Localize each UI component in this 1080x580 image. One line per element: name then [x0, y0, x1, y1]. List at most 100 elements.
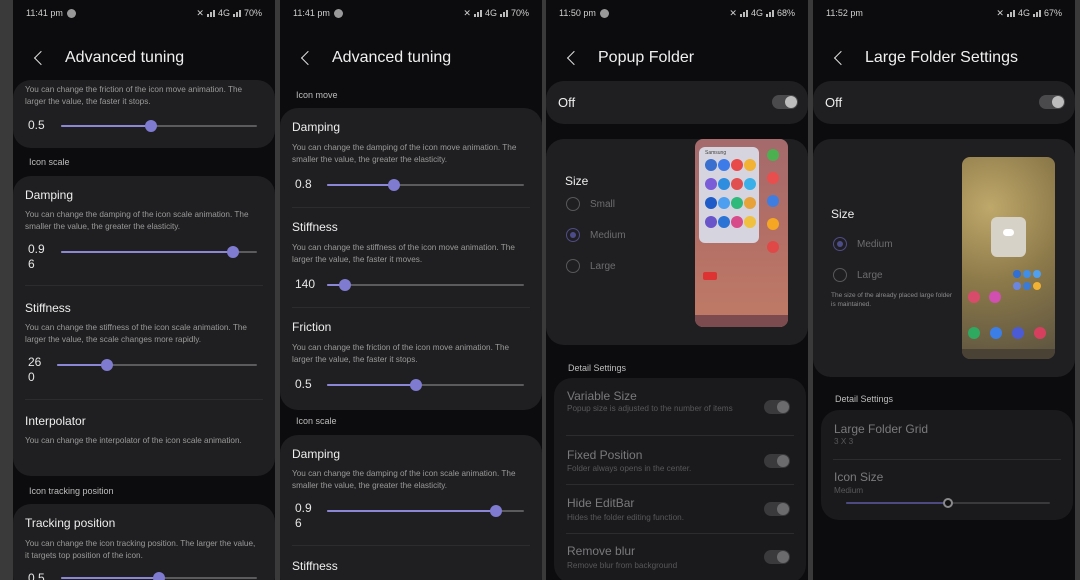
divider [292, 307, 530, 308]
back-arrow-icon[interactable] [566, 51, 580, 65]
friction-value: 0.5 [28, 118, 45, 132]
tracking-slider[interactable] [61, 572, 257, 580]
radio-icon [566, 259, 580, 273]
nav-bar [695, 315, 788, 327]
folder-grid-value: 3 X 3 [834, 437, 854, 446]
app-icon [731, 178, 743, 190]
friction-slider[interactable] [61, 120, 257, 132]
fixed-position-toggle[interactable] [764, 454, 790, 468]
size-option-medium[interactable]: Medium [566, 228, 626, 242]
mute-icon: ✕ [729, 7, 737, 18]
app-icon [731, 159, 743, 171]
signal-icon [473, 9, 482, 17]
fixed-position-description: Folder always opens in the center. [567, 464, 692, 473]
remove-blur-toggle[interactable] [764, 550, 790, 564]
status-time: 11:41 pm [26, 8, 63, 18]
app-icon [731, 216, 743, 228]
signal-icon [739, 9, 748, 17]
friction-description: You can change the friction of the icon … [25, 85, 243, 106]
stiffness-title: Stiffness [292, 220, 338, 234]
radio-selected-icon [566, 228, 580, 242]
damping-slider[interactable] [327, 179, 524, 191]
battery-level: 70% [243, 8, 262, 18]
size-option-large[interactable]: Large [566, 259, 616, 273]
page-title: Advanced tuning [65, 49, 185, 66]
folder-name: Samsung [705, 150, 727, 156]
size-option-large[interactable]: Large [833, 268, 883, 282]
divider [25, 285, 263, 286]
scale-damping-description: You can change the damping of the icon s… [292, 469, 516, 490]
master-toggle[interactable] [1039, 95, 1065, 109]
app-icon [705, 178, 717, 190]
interpolator-title[interactable]: Interpolator [25, 414, 86, 428]
divider [25, 399, 263, 400]
app-icon [1013, 270, 1021, 278]
battery-level: 68% [776, 8, 795, 18]
stiffness-title: Stiffness [25, 301, 71, 315]
network-type: 4G [1017, 8, 1030, 18]
back-arrow-icon[interactable] [833, 51, 847, 65]
variable-size-toggle[interactable] [764, 400, 790, 414]
master-switch-card[interactable]: Off [546, 81, 808, 124]
network-type: 4G [750, 8, 763, 18]
variable-size-title: Variable Size [567, 389, 637, 403]
app-icon [968, 327, 980, 339]
size-option-small[interactable]: Small [566, 197, 615, 211]
back-arrow-icon[interactable] [33, 51, 47, 65]
icon-size-slider[interactable] [846, 498, 1050, 508]
hide-editbar-description: Hides the folder editing function. [567, 513, 684, 522]
size-label: Size [565, 174, 589, 188]
fixed-position-title: Fixed Position [567, 448, 643, 462]
back-arrow-icon[interactable] [300, 51, 314, 65]
folder-grid-title[interactable]: Large Folder Grid [834, 422, 928, 436]
damping-slider[interactable] [61, 246, 257, 258]
app-icon [1033, 270, 1041, 278]
scale-damping-value: 0.9 6 [295, 501, 312, 530]
divider [566, 484, 794, 485]
app-icon [705, 197, 717, 209]
notification-icon [333, 8, 343, 18]
divider [566, 435, 794, 436]
stiffness-slider[interactable] [57, 359, 257, 371]
size-option-medium[interactable]: Medium [833, 237, 893, 251]
variable-size-description: Popup size is adjusted to the number of … [567, 404, 733, 413]
app-header: Popup Folder [546, 40, 808, 76]
tracking-title: Tracking position [25, 516, 116, 530]
signal-icon-2 [232, 9, 241, 17]
app-header: Large Folder Settings [813, 40, 1075, 76]
size-card: Size Medium Large The size of the alread… [813, 139, 1075, 377]
status-time: 11:50 pm [559, 8, 596, 18]
icon-scale-card: Damping You can change the damping of th… [13, 176, 275, 476]
friction-value: 0.5 [295, 377, 312, 391]
master-switch-label: Off [825, 95, 843, 110]
app-icon [703, 272, 717, 280]
screen-popup-folder: 11:50 pm ✕ 4G 68% Popup Folder Off Size Sm… [546, 0, 808, 580]
app-icon [1023, 270, 1031, 278]
app-icon [767, 195, 779, 207]
scale-damping-slider[interactable] [327, 505, 524, 517]
remove-blur-description: Remove blur from background [567, 561, 678, 570]
divider [833, 459, 1061, 460]
hide-editbar-toggle[interactable] [764, 502, 790, 516]
app-icon [705, 159, 717, 171]
friction-title: Friction [292, 320, 332, 334]
signal-icon-2 [1032, 9, 1041, 17]
app-header: Advanced tuning [280, 40, 542, 76]
divider [292, 545, 530, 546]
stiffness-slider[interactable] [327, 279, 524, 291]
master-switch-card[interactable]: Off [813, 81, 1075, 124]
battery-level: 67% [1043, 8, 1062, 18]
section-detail-settings: Detail Settings [568, 363, 627, 373]
radio-icon [566, 197, 580, 211]
stiffness-value: 140 [295, 277, 316, 291]
interpolator-description: You can change the interpolator of the i… [25, 436, 242, 445]
divider [292, 207, 530, 208]
app-icon [767, 172, 779, 184]
tracking-value: 0.5 [28, 571, 45, 580]
master-toggle[interactable] [772, 95, 798, 109]
size-label: Size [831, 207, 855, 221]
status-time: 11:52 pm [826, 8, 863, 18]
friction-card: You can change the friction of the icon … [13, 80, 275, 148]
friction-slider[interactable] [327, 379, 524, 391]
popup-folder-preview: Samsung [695, 139, 788, 327]
